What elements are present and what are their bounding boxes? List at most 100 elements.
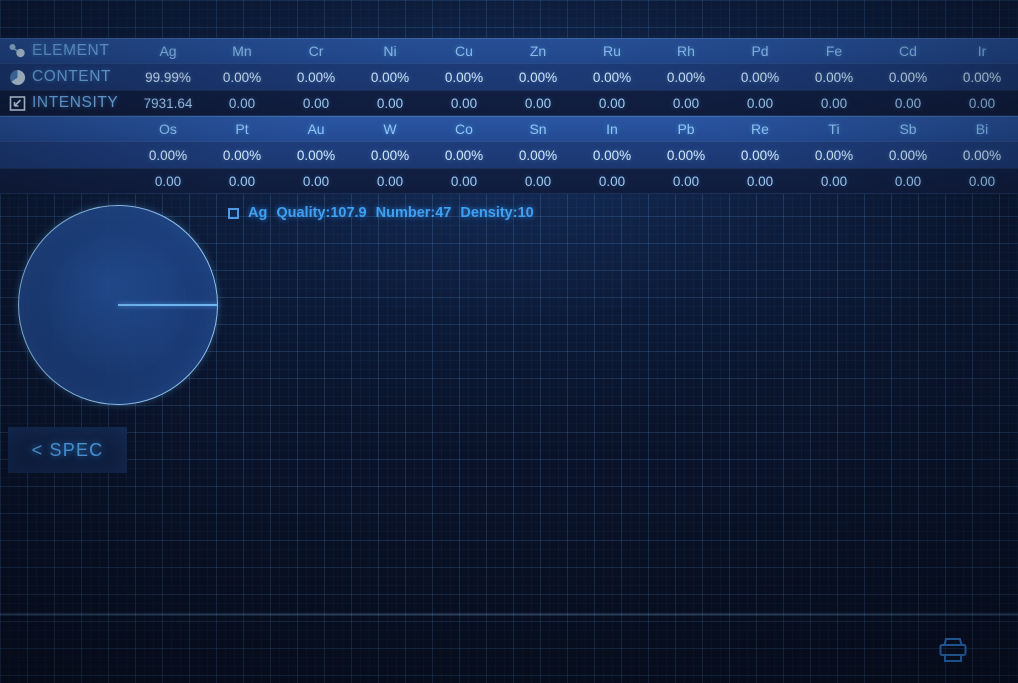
table-cell: Ir [977, 43, 987, 59]
table-cell: 0.00 [968, 173, 996, 189]
table-cell: Mn [232, 43, 252, 59]
table-cell: 0.00 [746, 173, 774, 189]
table-cell: Os [159, 121, 177, 137]
table-cell: 0.00 [228, 173, 256, 189]
table-cell: 0.00% [518, 147, 558, 163]
table-cell: 0.00% [666, 69, 706, 85]
printer-icon [938, 636, 968, 669]
table-cell: 0.00 [672, 95, 700, 111]
table-cell: 0.00 [894, 95, 922, 111]
status-line: Ag Quality:107.9 Number:47 Density:10 [228, 202, 534, 224]
table-row[interactable]: CONTENT 99.99% 0.00% 0.00% 0.00% 0.00% 0… [0, 63, 1018, 90]
table-cell: 99.99% [145, 69, 191, 85]
table-cell: 7931.64 [143, 95, 193, 111]
table-cell: 0.00% [888, 147, 928, 163]
table-row[interactable]: 0.00% 0.00% 0.00% 0.00% 0.00% 0.00% 0.00… [0, 141, 1018, 168]
table-cell: 0.00% [370, 69, 410, 85]
table-cell: 0.00 [524, 173, 552, 189]
table-cell: 0.00 [450, 173, 478, 189]
table-cell: Co [455, 121, 473, 137]
table-cell: Sn [529, 121, 547, 137]
table-cell: 0.00% [222, 147, 262, 163]
table-cell: 0.00% [888, 69, 928, 85]
table-cell: 0.00 [376, 95, 404, 111]
print-button[interactable] [936, 636, 970, 668]
pie-chart-icon [6, 67, 28, 87]
table-cell: Pt [235, 121, 249, 137]
table-cell: 0.00% [296, 147, 336, 163]
table-cell: 0.00% [148, 147, 188, 163]
table-cell: Au [307, 121, 325, 137]
table-cell: 0.00% [370, 147, 410, 163]
table-cell: 0.00 [302, 95, 330, 111]
row-label-intensity: INTENSITY [0, 91, 131, 115]
table-cell: Ru [603, 43, 621, 59]
table-cell: Re [751, 121, 769, 137]
status-checkbox[interactable] [228, 207, 239, 219]
table-cell: Zn [529, 43, 547, 59]
row-label-element: ELEMENT [0, 39, 131, 63]
table-cell: 0.00% [444, 69, 484, 85]
table-cell: 0.00% [962, 147, 1002, 163]
application-root: ELEMENT Ag Mn Cr Ni Cu Zn Ru Rh Pd Fe Cd… [0, 0, 1018, 683]
spec-button[interactable]: < SPEC [8, 427, 127, 473]
table-row[interactable]: 0.00 0.00 0.00 0.00 0.00 0.00 0.00 0.00 … [0, 168, 1018, 194]
table-cell: Pd [751, 43, 769, 59]
table-cell: 0.00 [450, 95, 478, 111]
status-density: Density:10 [460, 205, 534, 221]
element-table-primary: ELEMENT Ag Mn Cr Ni Cu Zn Ru Rh Pd Fe Cd… [0, 38, 1018, 116]
table-row[interactable]: INTENSITY 7931.64 0.00 0.00 0.00 0.00 0.… [0, 90, 1018, 116]
status-element: Ag [248, 205, 268, 221]
table-cell: Rh [677, 43, 695, 59]
table-row[interactable]: Os Pt Au W Co Sn In Pb Re Ti Sb Bi [0, 116, 1018, 141]
row-label-text: ELEMENT [32, 42, 110, 59]
row-label-spacer [0, 169, 131, 193]
expand-arrow-icon [6, 93, 28, 113]
table-cell: 0.00 [672, 173, 700, 189]
pie-radius-marker [118, 304, 218, 306]
table-cell: 0.00 [598, 95, 626, 111]
table-cell: 0.00% [444, 147, 484, 163]
spec-button-label: < SPEC [31, 439, 104, 460]
composition-pie-chart[interactable] [18, 205, 218, 405]
table-cell: 0.00 [598, 173, 626, 189]
row-label-spacer [0, 117, 131, 141]
element-table-secondary: Os Pt Au W Co Sn In Pb Re Ti Sb Bi 0.00%… [0, 116, 1018, 194]
table-cell: 0.00% [592, 147, 632, 163]
table-cell: Cr [308, 43, 324, 59]
table-cell: Sb [899, 121, 917, 137]
table-cell: 0.00% [592, 69, 632, 85]
table-cell: 0.00% [962, 69, 1002, 85]
row-label-spacer [0, 142, 131, 168]
table-cell: 0.00 [302, 173, 330, 189]
table-cell: 0.00 [894, 173, 922, 189]
table-cell: 0.00% [666, 147, 706, 163]
table-cell: Fe [825, 43, 843, 59]
table-cell: 0.00% [740, 147, 780, 163]
table-cell: Bi [975, 121, 989, 137]
table-cell: 0.00 [154, 173, 182, 189]
row-label-content: CONTENT [0, 64, 131, 90]
table-cell: 0.00% [814, 147, 854, 163]
row-label-text: INTENSITY [32, 94, 119, 111]
table-cell: 0.00 [376, 173, 404, 189]
table-cell: In [606, 121, 618, 137]
table-cell: 0.00% [814, 69, 854, 85]
table-cell: Ni [383, 43, 397, 59]
table-cell: 0.00 [820, 95, 848, 111]
table-cell: Pb [677, 121, 695, 137]
table-cell: Cu [455, 43, 473, 59]
table-cell: 0.00% [296, 69, 336, 85]
status-number: Number:47 [375, 205, 452, 221]
molecule-icon [6, 41, 28, 61]
table-cell: W [383, 121, 397, 137]
table-cell: Ag [159, 43, 177, 59]
table-cell: 0.00 [228, 95, 256, 111]
table-cell: 0.00 [968, 95, 996, 111]
table-cell: Cd [899, 43, 917, 59]
row-label-text: CONTENT [32, 68, 112, 85]
table-cell: 0.00% [740, 69, 780, 85]
table-cell: 0.00% [222, 69, 262, 85]
table-cell: 0.00 [746, 95, 774, 111]
table-row[interactable]: ELEMENT Ag Mn Cr Ni Cu Zn Ru Rh Pd Fe Cd… [0, 38, 1018, 63]
